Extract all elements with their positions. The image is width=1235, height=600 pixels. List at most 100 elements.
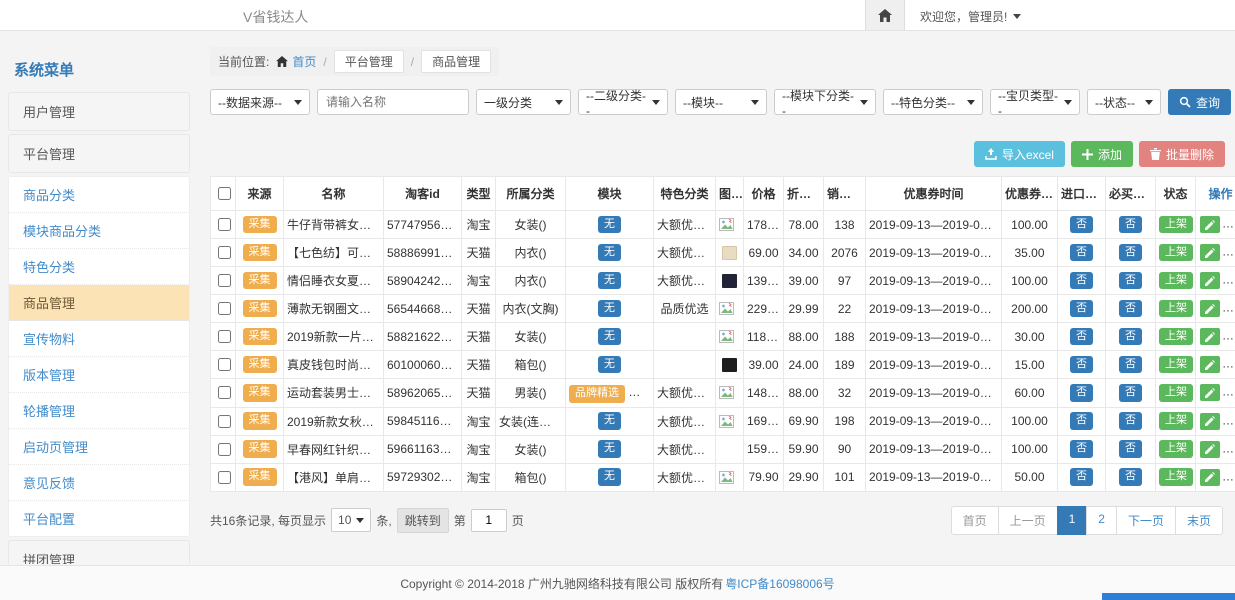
edit-button[interactable] xyxy=(1200,469,1220,486)
source-badge: 采集 xyxy=(243,384,277,402)
pager-button-2[interactable]: 2 xyxy=(1086,506,1117,535)
must-buy-toggle[interactable]: 否 xyxy=(1119,300,1142,318)
icp-link[interactable]: 粤ICP备16098006号 xyxy=(725,575,834,592)
edit-button[interactable] xyxy=(1200,272,1220,289)
row-checkbox[interactable] xyxy=(218,330,231,343)
sidebar-item-版本管理[interactable]: 版本管理 xyxy=(9,357,189,393)
cell-checkbox xyxy=(211,463,236,491)
breadcrumb-item-platform[interactable]: 平台管理 xyxy=(334,50,404,73)
filter-select-宝贝类型[interactable]: --宝贝类型-- xyxy=(990,89,1080,115)
sidebar-item-意见反馈[interactable]: 意见反馈 xyxy=(9,465,189,501)
edit-button[interactable] xyxy=(1200,244,1220,261)
row-checkbox[interactable] xyxy=(218,218,231,231)
edit-button[interactable] xyxy=(1200,356,1220,373)
imported-toggle[interactable]: 否 xyxy=(1070,328,1093,346)
filter-select-数据来源[interactable]: --数据来源-- xyxy=(210,89,310,115)
module-badge: 无 xyxy=(598,440,621,458)
must-buy-toggle[interactable]: 否 xyxy=(1119,216,1142,234)
filter-select-一级分类[interactable]: 一级分类 xyxy=(476,89,571,115)
sidebar-group-平台管理[interactable]: 平台管理 xyxy=(8,134,190,173)
imported-toggle[interactable]: 否 xyxy=(1070,272,1093,290)
breadcrumb-home-link[interactable]: 首页 xyxy=(276,53,316,70)
sidebar-item-宣传物料[interactable]: 宣传物料 xyxy=(9,321,189,357)
sidebar-group-拼团管理[interactable]: 拼团管理 xyxy=(8,540,190,564)
row-checkbox[interactable] xyxy=(218,358,231,371)
filter-select-模块下分类[interactable]: --模块下分类-- xyxy=(774,89,876,115)
search-button[interactable]: 查询 xyxy=(1168,89,1231,115)
status-toggle[interactable]: 上架 xyxy=(1159,440,1193,458)
pager-button-下一页[interactable]: 下一页 xyxy=(1116,506,1176,535)
must-buy-toggle[interactable]: 否 xyxy=(1119,244,1142,262)
sidebar-item-轮播管理[interactable]: 轮播管理 xyxy=(9,393,189,429)
status-toggle[interactable]: 上架 xyxy=(1159,356,1193,374)
edit-button[interactable] xyxy=(1200,441,1220,458)
imported-toggle[interactable]: 否 xyxy=(1070,244,1093,262)
filter-select-特色分类[interactable]: --特色分类-- xyxy=(883,89,983,115)
add-button[interactable]: 添加 xyxy=(1071,141,1133,167)
cell-source: 采集 xyxy=(236,239,284,267)
edit-button[interactable] xyxy=(1200,216,1220,233)
select-all-checkbox[interactable] xyxy=(218,187,231,200)
status-toggle[interactable]: 上架 xyxy=(1159,300,1193,318)
cell-price: 69.00 xyxy=(744,239,784,267)
status-toggle[interactable]: 上架 xyxy=(1159,272,1193,290)
status-toggle[interactable]: 上架 xyxy=(1159,244,1193,262)
row-checkbox[interactable] xyxy=(218,471,231,484)
status-toggle[interactable]: 上架 xyxy=(1159,468,1193,486)
edit-button[interactable] xyxy=(1200,300,1220,317)
must-buy-toggle[interactable]: 否 xyxy=(1119,384,1142,402)
edit-button[interactable] xyxy=(1200,413,1220,430)
must-buy-toggle[interactable]: 否 xyxy=(1119,412,1142,430)
edit-button[interactable] xyxy=(1200,328,1220,345)
name-search-input[interactable] xyxy=(317,89,469,115)
edit-button[interactable] xyxy=(1200,384,1220,401)
sidebar-item-商品管理[interactable]: 商品管理 xyxy=(9,285,189,321)
filter-select-模块[interactable]: --模块-- xyxy=(675,89,767,115)
row-checkbox[interactable] xyxy=(218,443,231,456)
user-menu[interactable]: 欢迎您，管理员! xyxy=(920,8,1021,25)
page-number-input[interactable] xyxy=(471,509,507,532)
status-toggle[interactable]: 上架 xyxy=(1159,384,1193,402)
pager-button-首页[interactable]: 首页 xyxy=(951,506,999,535)
imported-toggle[interactable]: 否 xyxy=(1070,440,1093,458)
row-checkbox[interactable] xyxy=(218,274,231,287)
per-page-select[interactable]: 10 xyxy=(331,508,371,532)
home-button[interactable] xyxy=(865,0,905,30)
sidebar-item-平台配置[interactable]: 平台配置 xyxy=(9,501,189,536)
must-buy-toggle[interactable]: 否 xyxy=(1119,272,1142,290)
pager-button-上一页[interactable]: 上一页 xyxy=(998,506,1058,535)
filter-select-状态[interactable]: --状态-- xyxy=(1087,89,1161,115)
cell-special-category: 品质优选 xyxy=(654,295,716,323)
row-checkbox[interactable] xyxy=(218,302,231,315)
breadcrumb-item-goods[interactable]: 商品管理 xyxy=(421,50,491,73)
row-checkbox[interactable] xyxy=(218,386,231,399)
sidebar-item-特色分类[interactable]: 特色分类 xyxy=(9,249,189,285)
sidebar-item-启动页管理[interactable]: 启动页管理 xyxy=(9,429,189,465)
must-buy-toggle[interactable]: 否 xyxy=(1119,468,1142,486)
row-checkbox[interactable] xyxy=(218,415,231,428)
batch-delete-button[interactable]: 批量删除 xyxy=(1139,141,1225,167)
pager-button-1[interactable]: 1 xyxy=(1057,506,1088,535)
row-checkbox[interactable] xyxy=(218,246,231,259)
status-toggle[interactable]: 上架 xyxy=(1159,412,1193,430)
must-buy-toggle[interactable]: 否 xyxy=(1119,356,1142,374)
imported-toggle[interactable]: 否 xyxy=(1070,384,1093,402)
status-toggle[interactable]: 上架 xyxy=(1159,328,1193,346)
sidebar-item-模块商品分类[interactable]: 模块商品分类 xyxy=(9,213,189,249)
sidebar-group-用户管理[interactable]: 用户管理 xyxy=(8,92,190,131)
status-toggle[interactable]: 上架 xyxy=(1159,216,1193,234)
filter-select-二级分类[interactable]: --二级分类-- xyxy=(578,89,668,115)
must-buy-toggle[interactable]: 否 xyxy=(1119,328,1142,346)
imported-toggle[interactable]: 否 xyxy=(1070,412,1093,430)
cell-checkbox xyxy=(211,239,236,267)
import-excel-button[interactable]: 导入excel xyxy=(974,141,1065,167)
jump-button[interactable]: 跳转到 xyxy=(397,508,449,533)
pager-button-末页[interactable]: 末页 xyxy=(1175,506,1223,535)
imported-toggle[interactable]: 否 xyxy=(1070,356,1093,374)
imported-toggle[interactable]: 否 xyxy=(1070,468,1093,486)
must-buy-toggle[interactable]: 否 xyxy=(1119,440,1142,458)
sidebar-item-商品分类[interactable]: 商品分类 xyxy=(9,177,189,213)
cell-source: 采集 xyxy=(236,407,284,435)
imported-toggle[interactable]: 否 xyxy=(1070,300,1093,318)
imported-toggle[interactable]: 否 xyxy=(1070,216,1093,234)
